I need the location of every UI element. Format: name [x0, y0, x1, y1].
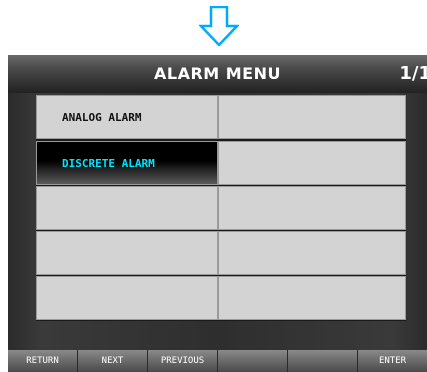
menu-item-empty[interactable]	[218, 186, 406, 230]
function-key-bar: RETURN NEXT PREVIOUS ENTER	[8, 350, 427, 372]
page-indicator: 1/1	[399, 63, 427, 84]
menu-item-analog-alarm[interactable]: ANALOG ALARM	[36, 95, 218, 139]
menu-item-empty[interactable]	[218, 95, 406, 139]
menu-item-empty[interactable]	[218, 231, 406, 275]
hmi-screen: ALARM MENU 1/1 ANALOG ALARM DISCRETE ALA…	[8, 55, 427, 372]
menu-area: ANALOG ALARM DISCRETE ALARM	[8, 93, 427, 350]
enter-button[interactable]: ENTER	[358, 350, 427, 372]
previous-button[interactable]: PREVIOUS	[148, 350, 218, 372]
down-arrow-icon	[199, 6, 239, 46]
menu-item-empty[interactable]	[36, 276, 218, 320]
screen-title: ALARM MENU	[153, 64, 281, 83]
title-bar: ALARM MENU 1/1	[8, 55, 427, 93]
function-key-4[interactable]	[218, 350, 288, 372]
page: ALARM MENU 1/1 ANALOG ALARM DISCRETE ALA…	[0, 0, 427, 372]
return-button[interactable]: RETURN	[8, 350, 78, 372]
function-key-5[interactable]	[288, 350, 358, 372]
next-button[interactable]: NEXT	[78, 350, 148, 372]
menu-item-empty[interactable]	[36, 186, 218, 230]
alarm-menu-grid: ANALOG ALARM DISCRETE ALARM	[36, 95, 406, 321]
menu-item-empty[interactable]	[36, 231, 218, 275]
menu-item-empty[interactable]	[218, 141, 406, 185]
menu-item-discrete-alarm[interactable]: DISCRETE ALARM	[36, 141, 218, 185]
menu-item-empty[interactable]	[218, 276, 406, 320]
